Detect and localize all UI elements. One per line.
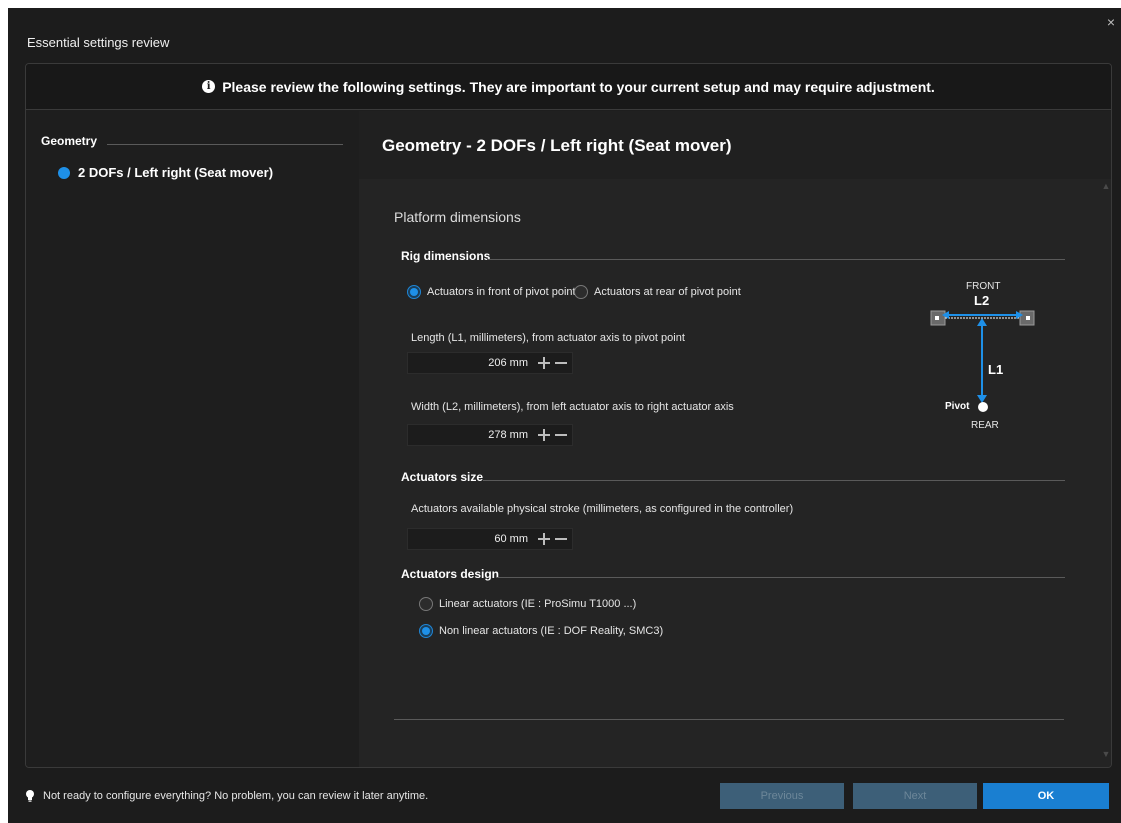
rig-dimensions-divider <box>487 259 1065 260</box>
radio-nonlinear-button[interactable] <box>419 624 433 638</box>
stroke-plus-icon[interactable] <box>537 532 551 546</box>
info-icon: i <box>202 80 216 93</box>
length-value[interactable]: 206 mm <box>488 357 528 369</box>
width-value[interactable]: 278 mm <box>488 429 528 441</box>
next-button[interactable]: Next <box>853 783 977 809</box>
lightbulb-icon <box>26 790 34 802</box>
banner-text: Please review the following settings. Th… <box>222 78 935 95</box>
width-minus-icon[interactable] <box>554 428 568 442</box>
sidebar-divider <box>107 144 343 145</box>
rig-diagram-graphic <box>930 310 1035 412</box>
radio-rear-of-pivot[interactable]: Actuators at rear of pivot point <box>574 285 741 299</box>
length-stepper[interactable]: 206 mm <box>407 352 573 374</box>
radio-front-button[interactable] <box>407 285 421 299</box>
radio-front-of-pivot[interactable]: Actuators in front of pivot point <box>407 285 576 299</box>
stroke-label: Actuators available physical stroke (mil… <box>411 503 794 515</box>
previous-button[interactable]: Previous <box>720 783 844 809</box>
diagram-rear-label: REAR <box>971 420 999 431</box>
stroke-minus-icon[interactable] <box>554 532 568 546</box>
radio-nonlinear-label: Non linear actuators (IE : DOF Reality, … <box>439 625 664 637</box>
rig-dimensions-label: Rig dimensions <box>401 249 491 263</box>
stroke-stepper[interactable]: 60 mm <box>407 528 573 550</box>
radio-linear-actuators[interactable]: Linear actuators (IE : ProSimu T1000 ...… <box>419 597 636 611</box>
footer-tip-text: Not ready to configure everything? No pr… <box>43 790 429 802</box>
footer-tip: Not ready to configure everything? No pr… <box>25 790 428 802</box>
rig-diagram: FRONT L2 L1 Pivot REAR <box>914 274 1044 444</box>
section-title: Platform dimensions <box>394 209 521 225</box>
radio-linear-label: Linear actuators (IE : ProSimu T1000 ...… <box>439 598 637 610</box>
width-label: Width (L2, millimeters), from left actua… <box>411 401 734 413</box>
actuators-design-label: Actuators design <box>401 567 500 581</box>
main-header: Geometry - 2 DOFs / Left right (Seat mov… <box>359 111 1111 179</box>
sidebar-heading: Geometry <box>41 134 98 148</box>
width-stepper[interactable]: 278 mm <box>407 424 573 446</box>
radio-nonlinear-actuators[interactable]: Non linear actuators (IE : DOF Reality, … <box>419 624 663 638</box>
length-minus-icon[interactable] <box>554 356 568 370</box>
dialog-title: Essential settings review <box>27 35 170 50</box>
close-icon[interactable]: × <box>1107 14 1115 30</box>
sidebar: Geometry 2 DOFs / Left right (Seat mover… <box>26 111 359 767</box>
diagram-pivot-label: Pivot <box>945 401 970 412</box>
scroll-up-icon[interactable]: ▲ <box>1099 181 1111 195</box>
review-panel: i Please review the following settings. … <box>25 63 1112 768</box>
length-plus-icon[interactable] <box>537 356 551 370</box>
page-title: Geometry - 2 DOFs / Left right (Seat mov… <box>382 136 732 155</box>
length-label: Length (L1, millimeters), from actuator … <box>411 332 685 344</box>
actuators-size-label: Actuators size <box>401 470 484 484</box>
radio-linear-button[interactable] <box>419 597 433 611</box>
actuators-design-divider <box>496 577 1065 578</box>
content-bottom-divider <box>394 719 1064 720</box>
actuators-size-divider <box>483 480 1065 481</box>
info-banner: i Please review the following settings. … <box>26 64 1111 110</box>
sidebar-item-label: 2 DOFs / Left right (Seat mover) <box>78 165 274 180</box>
ok-button[interactable]: OK <box>983 783 1109 809</box>
scroll-down-icon[interactable]: ▼ <box>1099 749 1111 763</box>
width-plus-icon[interactable] <box>537 428 551 442</box>
settings-content[interactable]: ▲ ▼ Platform dimensions Rig dimensions A… <box>359 179 1111 767</box>
radio-rear-button[interactable] <box>574 285 588 299</box>
sidebar-item-seat-mover[interactable]: 2 DOFs / Left right (Seat mover) <box>58 165 273 180</box>
dialog-footer: Not ready to configure everything? No pr… <box>25 781 1112 817</box>
stroke-value[interactable]: 60 mm <box>494 533 528 545</box>
radio-rear-label: Actuators at rear of pivot point <box>594 286 741 298</box>
settings-dialog: Essential settings review × i Please rev… <box>8 8 1121 823</box>
active-dot-icon <box>58 166 70 179</box>
diagram-l1-label: L1 <box>988 362 1004 377</box>
radio-front-label: Actuators in front of pivot point <box>427 286 576 298</box>
